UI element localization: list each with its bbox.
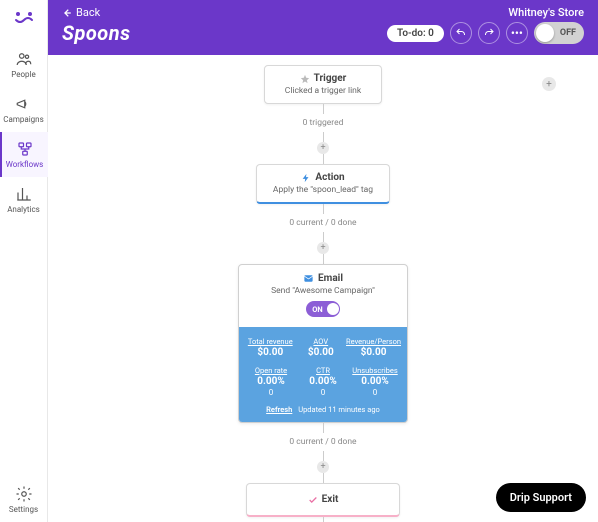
star-icon [300, 74, 310, 84]
toggle-label: OFF [554, 28, 582, 38]
header: Back Whitney's Store Spoons To-do: 0 ••• [48, 0, 598, 55]
stat-unsubscribes[interactable]: Unsubscribes 0.00% 0 [349, 366, 401, 397]
refresh-time: Updated 11 minutes ago [298, 405, 380, 414]
store-name: Whitney's Store [508, 6, 584, 19]
sidebar-item-analytics[interactable]: Analytics [0, 177, 48, 222]
email-on-toggle[interactable]: ON [306, 301, 339, 317]
add-step-button[interactable]: + [317, 142, 329, 154]
sidebar: People Campaigns Workflows Analytics Set… [0, 0, 48, 522]
stat-revenue-person[interactable]: Revenue/Person $0.00 [346, 337, 401, 358]
drip-logo [12, 6, 36, 30]
redo-button[interactable] [478, 22, 500, 44]
undo-icon [455, 27, 467, 39]
undo-button[interactable] [450, 22, 472, 44]
sidebar-item-workflows[interactable]: Workflows [0, 132, 48, 177]
trigger-node[interactable]: Trigger Clicked a trigger link [264, 65, 382, 104]
sidebar-item-campaigns[interactable]: Campaigns [0, 87, 48, 132]
email-title: Email [318, 273, 343, 284]
stat-ctr[interactable]: CTR 0.00% 0 [297, 366, 349, 397]
people-icon [15, 50, 33, 68]
back-button[interactable]: Back [62, 6, 100, 19]
check-icon [308, 495, 318, 505]
email-stat: 0 current / 0 done [289, 437, 356, 447]
add-trigger-side-button[interactable]: + [542, 77, 556, 91]
gear-icon [15, 485, 33, 503]
arrow-left-icon [62, 8, 72, 18]
trigger-stat: 0 triggered [303, 118, 344, 128]
mail-icon [303, 273, 314, 284]
page-title: Spoons [62, 21, 131, 45]
stat-aov[interactable]: AOV $0.00 [296, 337, 347, 358]
exit-title: Exit [322, 494, 339, 505]
sidebar-item-label: Campaigns [3, 116, 43, 124]
stat-open-rate[interactable]: Open rate 0.00% 0 [245, 366, 297, 397]
sidebar-item-label: Analytics [7, 206, 40, 214]
back-label: Back [76, 6, 100, 19]
sidebar-item-people[interactable]: People [0, 42, 48, 87]
action-node[interactable]: Action Apply the "spoon_lead" tag [256, 164, 390, 204]
email-sub: Send "Awesome Campaign" [247, 286, 399, 296]
on-knob [327, 303, 339, 315]
redo-icon [483, 27, 495, 39]
on-label: ON [312, 305, 322, 314]
sidebar-item-label: Workflows [6, 161, 44, 169]
email-node[interactable]: Email Send "Awesome Campaign" ON Total r… [238, 264, 408, 423]
email-stats: Total revenue $0.00 AOV $0.00 Revenue/Pe… [239, 327, 407, 422]
add-step-button[interactable]: + [317, 242, 329, 254]
sidebar-item-label: People [11, 71, 35, 79]
action-stat: 0 current / 0 done [289, 218, 356, 228]
drip-support-button[interactable]: Drip Support [496, 483, 586, 512]
workflow-icon [16, 140, 34, 158]
sidebar-item-label: Settings [9, 506, 38, 514]
megaphone-icon [15, 95, 33, 113]
workflow-canvas[interactable]: + Trigger Clicked a trigger link 0 trigg… [48, 55, 598, 522]
dots-icon: ••• [511, 26, 523, 40]
todo-pill[interactable]: To-do: 0 [387, 25, 444, 42]
exit-node[interactable]: Exit [246, 483, 400, 517]
add-step-button[interactable]: + [317, 461, 329, 473]
workflow-toggle[interactable]: OFF [534, 22, 584, 44]
chart-icon [15, 185, 33, 203]
bolt-icon [301, 173, 311, 183]
main: Back Whitney's Store Spoons To-do: 0 ••• [48, 0, 598, 522]
refresh-link[interactable]: Refresh [266, 405, 292, 414]
trigger-sub: Clicked a trigger link [273, 86, 373, 96]
workflow-flow: Trigger Clicked a trigger link 0 trigger… [208, 65, 438, 522]
action-title: Action [315, 172, 344, 183]
sidebar-item-settings[interactable]: Settings [0, 477, 48, 522]
toggle-knob [536, 24, 554, 42]
stat-total-revenue[interactable]: Total revenue $0.00 [245, 337, 296, 358]
trigger-title: Trigger [314, 73, 347, 84]
header-controls: To-do: 0 ••• OFF [387, 22, 584, 44]
action-sub: Apply the "spoon_lead" tag [265, 185, 381, 195]
more-button[interactable]: ••• [506, 22, 528, 44]
